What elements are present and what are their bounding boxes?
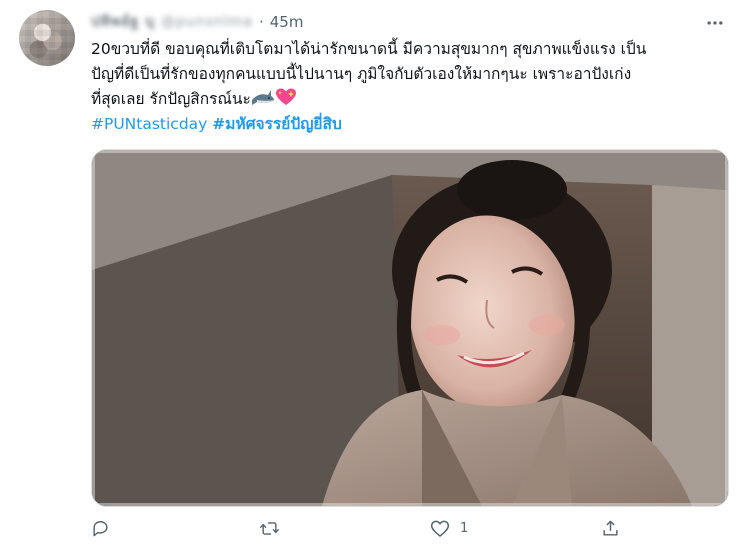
reply-icon <box>93 520 108 536</box>
hashtag-line: #PUNtasticday #มหัศจรรย์ปัญยี่สิบ <box>91 112 731 137</box>
separator-dot: · <box>258 13 264 31</box>
tweet-text-line-2: ปัญที่ดีเป็นที่รักของทุกคนแบบนี้ไปนานๆ ภ… <box>91 65 632 83</box>
like-count: 1 <box>460 520 469 536</box>
shark-emoji-icon <box>251 90 274 105</box>
retweet-icon <box>259 521 280 535</box>
share-icon <box>603 520 618 536</box>
author-handle-redacted[interactable]: @punsnlma <box>161 14 253 30</box>
more-horizontal-icon <box>707 21 723 25</box>
like-button[interactable]: 1 <box>430 514 468 542</box>
tweet-text-line-3-text: ที่สุดเลย รักปัญสิกรณ์นะ <box>91 90 251 108</box>
tweet-photo[interactable] <box>91 149 729 507</box>
share-button[interactable] <box>601 514 630 542</box>
author-name-redacted[interactable]: ปทิพย์ฐ บุ <box>91 11 155 33</box>
retweet-button[interactable] <box>259 514 290 542</box>
sparkling-heart-emoji-icon <box>275 88 296 105</box>
more-options-button[interactable] <box>700 8 730 38</box>
tweet-text-line-3: ที่สุดเลย รักปัญสิกรณ์นะ <box>91 87 731 112</box>
reply-button[interactable] <box>91 514 120 542</box>
tweet-text-line-1: 20ขวบที่ดี ขอบคุณที่เติบโตมาได้น่ารักขนา… <box>91 40 647 58</box>
tweet-header: ปทิพย์ฐ บุ @punsnlma · 45m <box>91 10 303 34</box>
hashtag-puntasticday[interactable]: #PUNtasticday <box>91 115 207 133</box>
tweet-actions: 1 <box>91 514 651 542</box>
selfie-photo <box>92 150 728 506</box>
author-avatar[interactable] <box>19 10 75 66</box>
tweet-timestamp[interactable]: 45m <box>270 13 304 31</box>
hashtag-thai[interactable]: #มหัศจรรย์ปัญยี่สิบ <box>212 115 342 133</box>
tweet-text: 20ขวบที่ดี ขอบคุณที่เติบโตมาได้น่ารักขนา… <box>91 37 731 137</box>
heart-icon <box>430 520 450 537</box>
